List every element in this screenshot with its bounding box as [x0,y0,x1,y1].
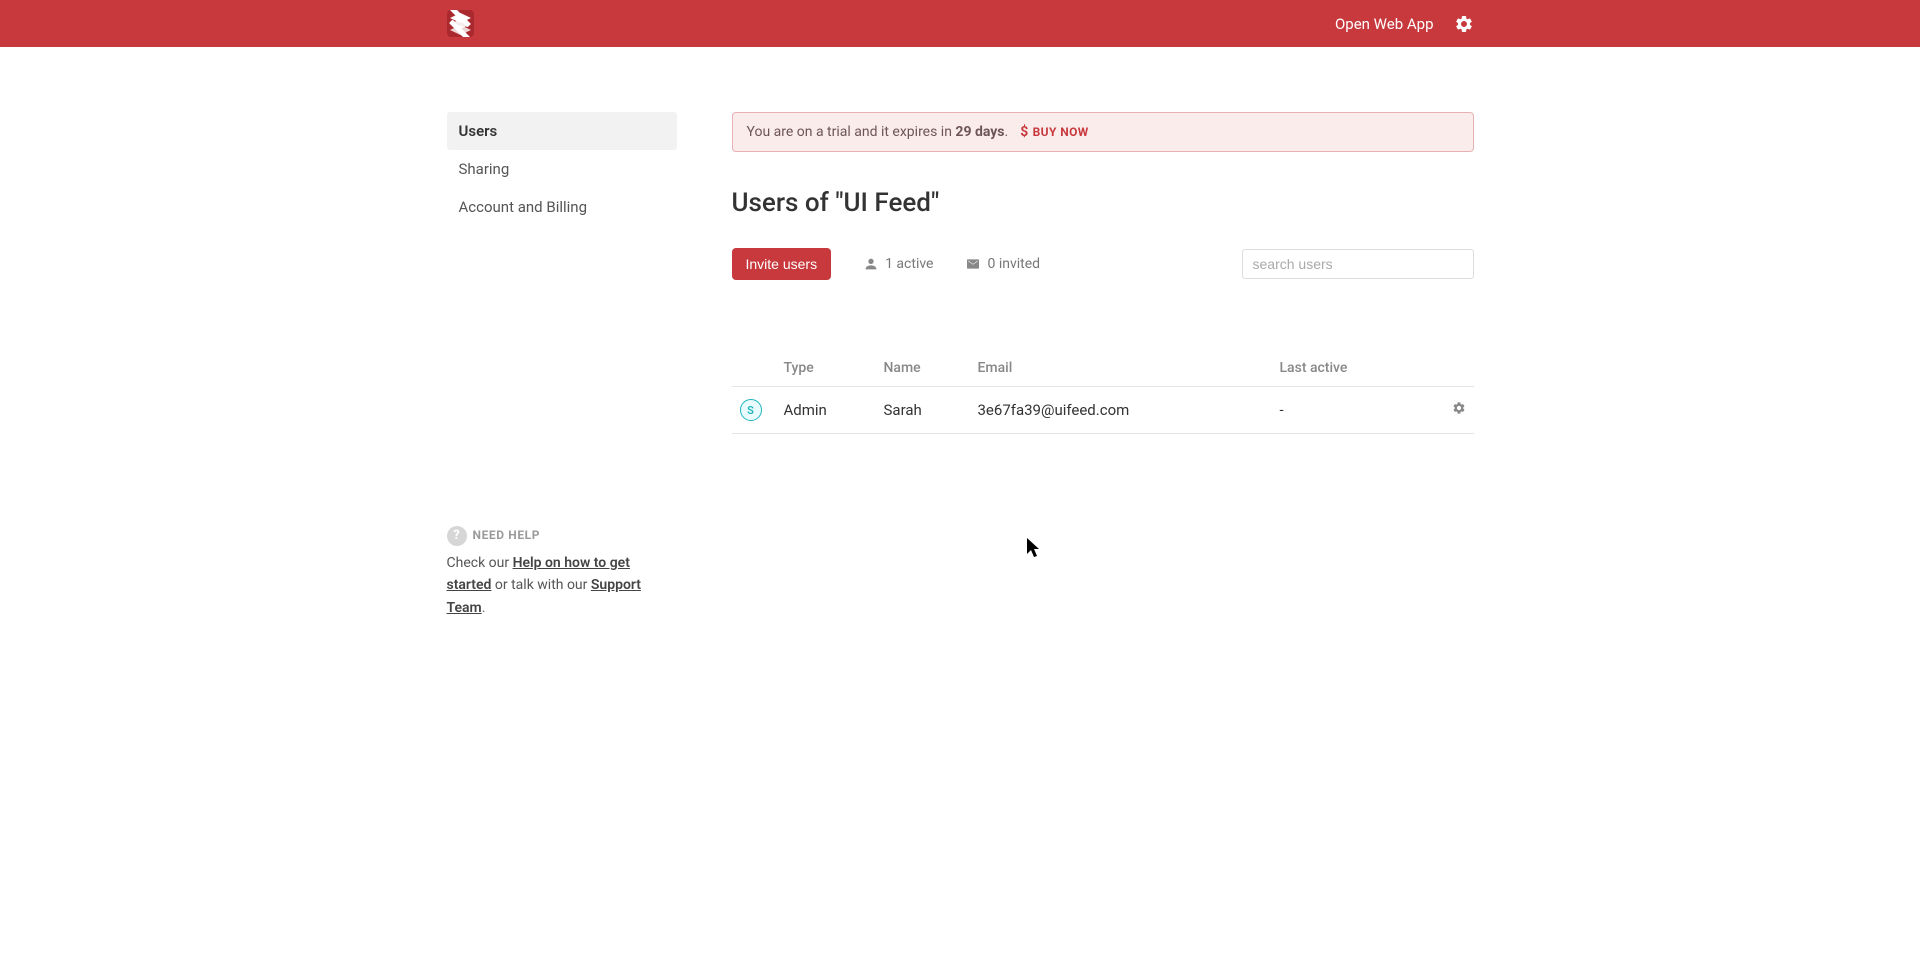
topbar-right: Open Web App [1335,14,1474,34]
toolbar: Invite users 1 active 0 invited [732,248,1474,280]
table-header-row: Type Name Email Last active [732,350,1474,387]
help-icon: ? [447,526,467,546]
app-logo-icon[interactable] [447,10,474,37]
cell-avatar: S [732,387,776,434]
help-text-post: . [482,600,486,616]
users-table: Type Name Email Last active S Admin Sara… [732,350,1474,434]
active-count-label: 1 active [885,256,933,272]
page-container: Users Sharing Account and Billing ? Need… [447,47,1474,619]
topbar-inner: Open Web App [447,10,1474,37]
gear-icon[interactable] [1454,14,1474,34]
search-wrap [1242,249,1474,279]
col-email: Email [970,350,1272,387]
trial-message: You are on a trial and it expires in 29 … [747,124,1009,140]
invite-users-button[interactable]: Invite users [732,248,832,280]
trial-pre: You are on a trial and it expires in [747,124,956,140]
cell-type: Admin [776,387,876,434]
help-text-pre: Check our [447,555,513,571]
trial-banner: You are on a trial and it expires in 29 … [732,112,1474,152]
side-nav: Users Sharing Account and Billing [447,112,677,226]
sidebar-item-users[interactable]: Users [447,112,677,150]
invited-count[interactable]: 0 invited [965,256,1040,272]
dollar-icon: $ [1020,124,1028,140]
help-block: ? Need Help Check our Help on how to get… [447,526,677,619]
buy-now-label: Buy now [1033,125,1089,139]
help-text-mid: or talk with our [491,577,590,593]
cell-actions [1430,387,1474,434]
sidebar-item-sharing[interactable]: Sharing [447,150,677,188]
mail-icon [965,256,981,272]
trial-days: 29 days [955,124,1004,140]
user-icon [863,256,879,272]
page-title: Users of "UI Feed" [732,188,1474,218]
buy-now-link[interactable]: $ Buy now [1020,124,1088,140]
table-row: S Admin Sarah 3e67fa39@uifeed.com - [732,387,1474,434]
cell-email: 3e67fa39@uifeed.com [970,387,1272,434]
help-body: Check our Help on how to get started or … [447,552,657,619]
cell-last-active: - [1272,387,1430,434]
cell-name: Sarah [876,387,970,434]
sidebar: Users Sharing Account and Billing ? Need… [447,112,677,619]
col-last-active: Last active [1272,350,1430,387]
col-avatar [732,350,776,387]
col-type: Type [776,350,876,387]
active-count[interactable]: 1 active [863,256,933,272]
search-input[interactable] [1242,249,1474,279]
help-heading-label: Need Help [473,526,541,545]
help-heading: ? Need Help [447,526,677,546]
topbar: Open Web App [0,0,1920,47]
invited-count-label: 0 invited [987,256,1040,272]
row-gear-icon[interactable] [1452,401,1466,419]
col-name: Name [876,350,970,387]
main-content: You are on a trial and it expires in 29 … [732,112,1474,619]
sidebar-item-account-billing[interactable]: Account and Billing [447,188,677,226]
trial-post: . [1004,124,1008,140]
col-actions [1430,350,1474,387]
open-web-app-link[interactable]: Open Web App [1335,15,1434,33]
avatar: S [740,399,762,421]
